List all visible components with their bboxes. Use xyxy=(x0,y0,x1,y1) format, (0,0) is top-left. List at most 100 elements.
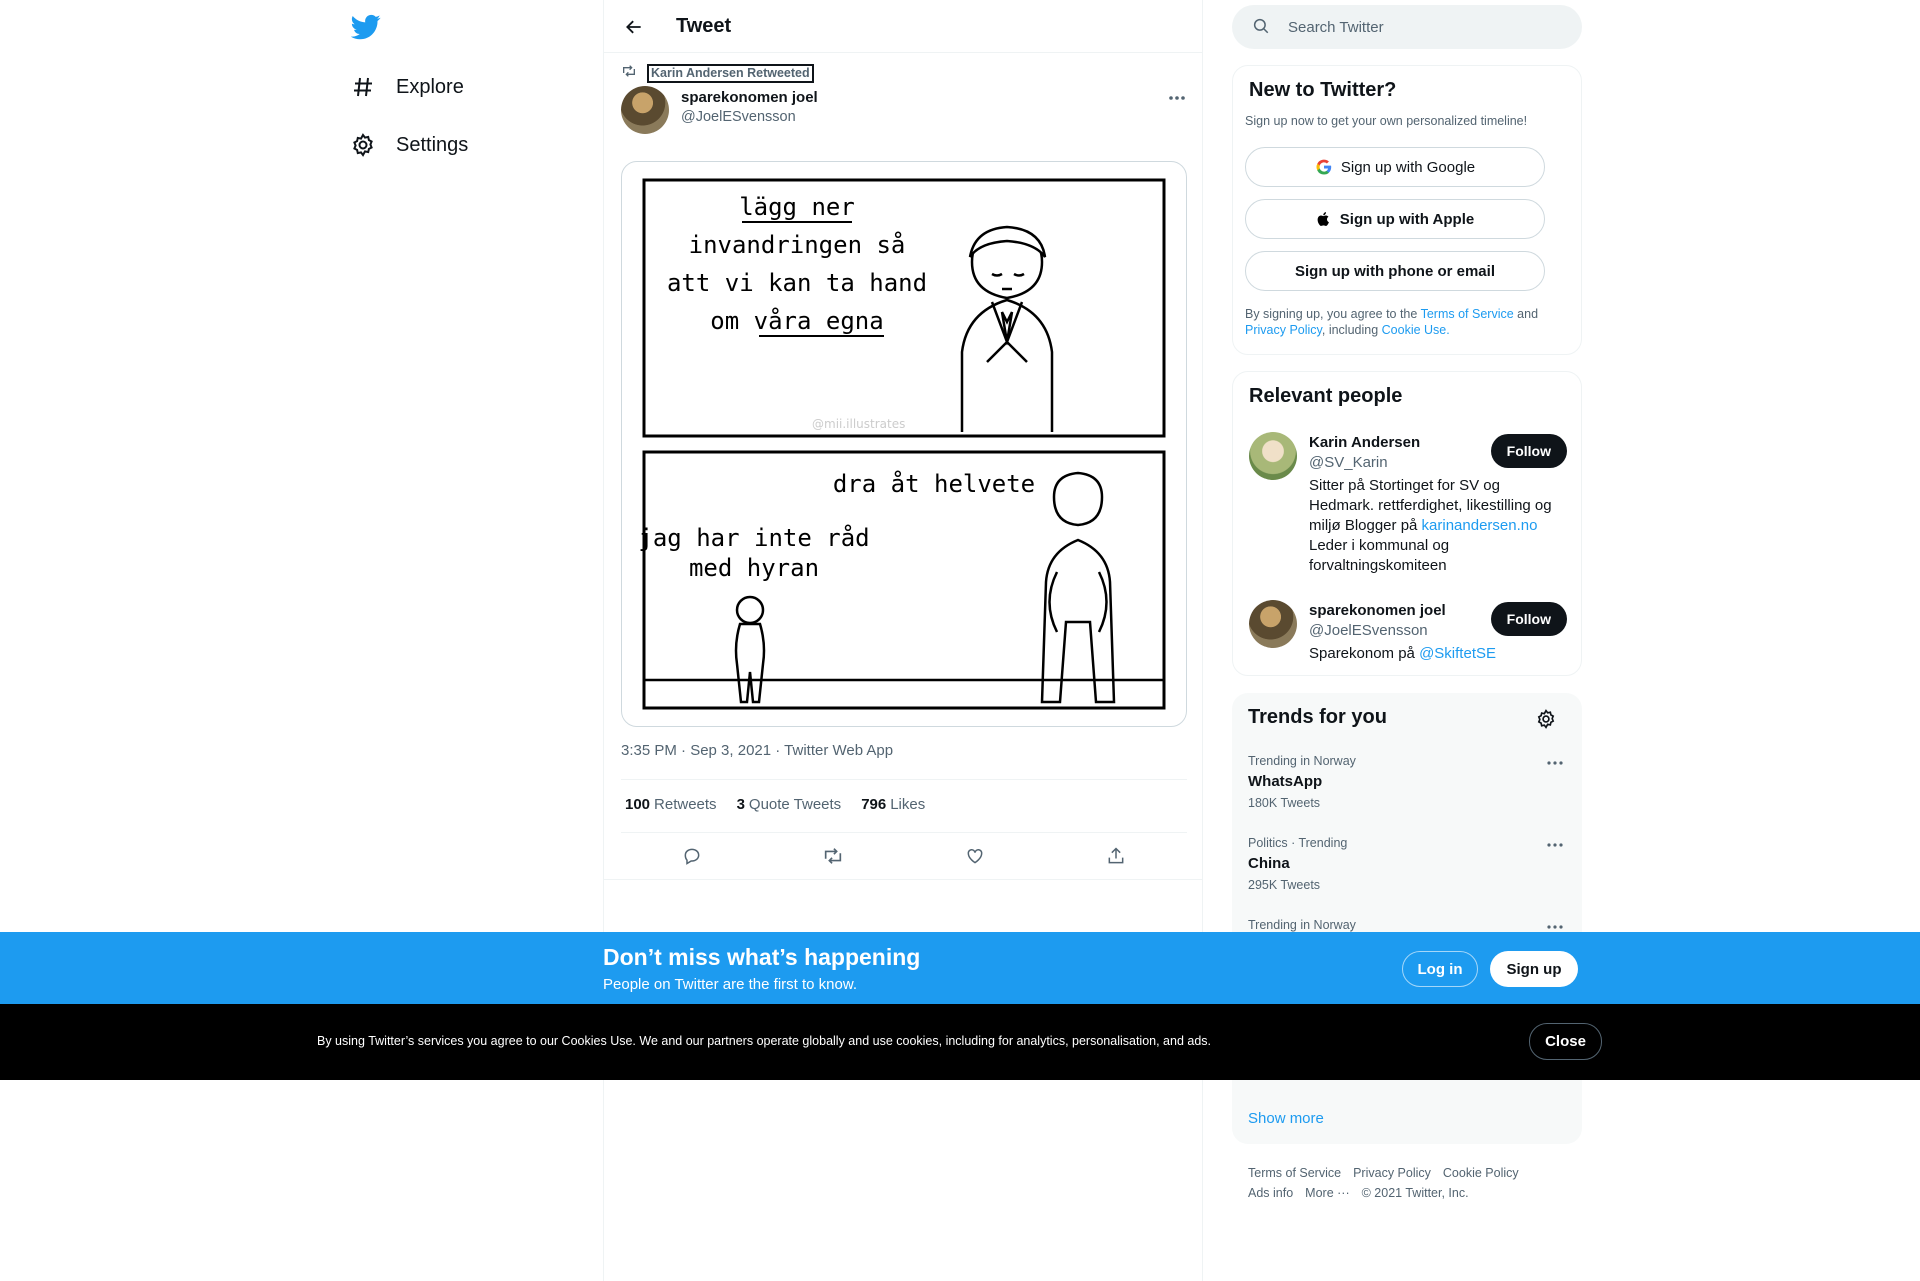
retweets-count: 100 xyxy=(625,796,651,813)
person-bio: Sitter på Stortinget for SV og Hedmark. … xyxy=(1309,476,1567,576)
privacy-policy-link[interactable]: Privacy Policy xyxy=(1245,323,1322,337)
bio-link[interactable]: karinandersen.no xyxy=(1422,517,1538,534)
trend-count: 180K Tweets xyxy=(1248,796,1321,810)
relevant-people-card: Relevant people Karin Andersen @SV_Karin… xyxy=(1232,371,1582,676)
retweets-label: Retweets xyxy=(654,796,717,813)
comic-panel1-line4: om våra egna xyxy=(710,306,883,335)
back-arrow-icon[interactable] xyxy=(620,13,648,41)
quote-tweets-count: 3 xyxy=(736,796,745,813)
footer-link[interactable]: Privacy Policy xyxy=(1353,1166,1431,1180)
trend-item[interactable]: Politics · Trending China 295K Tweets xyxy=(1248,836,1566,892)
quote-tweets-label: Quote Tweets xyxy=(748,796,842,813)
login-button[interactable]: Log in xyxy=(1402,951,1478,987)
footer-link[interactable]: Ads info xyxy=(1248,1186,1293,1200)
comic-panel2-right-text: dra åt helvete xyxy=(833,469,1035,498)
nav-item-explore[interactable]: Explore xyxy=(350,67,464,107)
tweet-timestamp[interactable]: 3:35 PM · Sep 3, 2021 · Twitter Web App xyxy=(621,742,893,759)
gear-icon xyxy=(350,132,376,158)
retweet-button-icon[interactable] xyxy=(813,838,853,874)
retweets-stat[interactable]: 100 Retweets xyxy=(625,796,717,813)
nav-label-explore: Explore xyxy=(396,75,464,98)
gear-icon[interactable] xyxy=(1536,709,1558,731)
comic-panel1-line2: invandringen så xyxy=(689,230,906,259)
legal-pre: By signing up, you agree to the xyxy=(1245,307,1421,321)
terms-of-service-link[interactable]: Terms of Service xyxy=(1421,307,1514,321)
divider xyxy=(621,779,1187,780)
search-box[interactable] xyxy=(1232,5,1582,49)
signup-google-button[interactable]: Sign up with Google xyxy=(1245,147,1545,187)
retweet-icon xyxy=(621,63,637,84)
likes-stat[interactable]: 796 Likes xyxy=(861,796,925,813)
footer-link[interactable]: More ··· xyxy=(1305,1186,1349,1200)
signup-banner: Don’t miss what’s happening People on Tw… xyxy=(0,932,1920,1004)
author-handle[interactable]: @JoelESvensson xyxy=(681,109,796,125)
signup-phone-email-button[interactable]: Sign up with phone or email xyxy=(1245,251,1545,291)
cookie-text: By using Twitter’s services you agree to… xyxy=(317,1034,1212,1048)
search-icon xyxy=(1252,17,1272,37)
quote-tweets-stat[interactable]: 3 Quote Tweets xyxy=(737,796,842,813)
copyright: © 2021 Twitter, Inc. xyxy=(1361,1186,1469,1200)
person-bio: Sparekonom på @SkiftetSE xyxy=(1309,644,1567,664)
bio-text: Leder i kommunal og forvaltningskomiteen xyxy=(1309,537,1450,574)
more-options-icon[interactable] xyxy=(1544,754,1566,772)
author-avatar[interactable] xyxy=(621,86,669,134)
new-to-twitter-title: New to Twitter? xyxy=(1249,79,1397,101)
cookie-banner: By using Twitter’s services you agree to… xyxy=(0,1004,1920,1080)
tweet-stats: 100 Retweets 3 Quote Tweets 796 Likes xyxy=(625,796,925,813)
signup-phone-label: Sign up with phone or email xyxy=(1294,262,1495,280)
share-icon[interactable] xyxy=(1096,838,1136,874)
relevant-people-title: Relevant people xyxy=(1249,385,1403,407)
person-name[interactable]: sparekonomen joel xyxy=(1309,602,1446,619)
bio-text: Sparekonom på xyxy=(1309,645,1420,662)
google-icon xyxy=(1315,158,1333,176)
more-options-icon[interactable] xyxy=(1164,88,1190,108)
show-more-link[interactable]: Show more xyxy=(1248,1110,1324,1127)
likes-label: Likes xyxy=(890,796,926,813)
follow-button[interactable]: Follow xyxy=(1490,602,1567,636)
hashtag-icon xyxy=(350,74,376,100)
trend-item[interactable]: Trending in Norway WhatsApp 180K Tweets xyxy=(1248,754,1566,810)
retweet-context: Karin Andersen Retweeted xyxy=(621,63,814,84)
comic-watermark: @mii.illustrates xyxy=(812,417,905,431)
trends-title: Trends for you xyxy=(1248,706,1387,728)
apple-icon xyxy=(1316,210,1332,228)
close-cookie-button[interactable]: Close xyxy=(1529,1023,1602,1060)
footer-link[interactable]: Terms of Service xyxy=(1248,1166,1341,1180)
signup-apple-button[interactable]: Sign up with Apple xyxy=(1245,199,1545,239)
tweet-header: Tweet xyxy=(604,0,1202,53)
person-handle[interactable]: @SV_Karin xyxy=(1309,454,1388,471)
signup-button[interactable]: Sign up xyxy=(1490,951,1578,987)
trend-item[interactable]: Trending in Norway xyxy=(1248,918,1566,932)
trend-name: China xyxy=(1248,855,1290,872)
person-name[interactable]: Karin Andersen xyxy=(1309,434,1420,451)
trend-context: Trending in Norway xyxy=(1248,754,1356,768)
signup-google-label: Sign up with Google xyxy=(1340,158,1476,176)
twitter-bird-icon[interactable] xyxy=(350,12,381,42)
tweet-column: Tweet Karin Andersen Retweeted sparekono… xyxy=(603,0,1203,1281)
reply-icon[interactable] xyxy=(672,838,712,874)
person-handle[interactable]: @JoelESvensson xyxy=(1309,622,1428,639)
person-avatar[interactable] xyxy=(1249,600,1297,648)
trend-count: 295K Tweets xyxy=(1248,878,1321,892)
banner-title: Don’t miss what’s happening xyxy=(603,944,921,970)
person-avatar[interactable] xyxy=(1249,432,1297,480)
footer-link[interactable]: Cookie Policy xyxy=(1443,1166,1519,1180)
comic-panel2-left-line2: med hyran xyxy=(689,554,819,582)
footer-links: Terms of Service Privacy Policy Cookie Pol… xyxy=(1248,1163,1568,1203)
comic-panel1-line3: att vi kan ta hand xyxy=(667,269,927,297)
cookie-use-link[interactable]: Cookie Use. xyxy=(1382,323,1450,337)
new-to-twitter-card: New to Twitter? Sign up now to get your … xyxy=(1232,65,1582,355)
tweet-image[interactable]: lägg ner invandringen så att vi kan ta h… xyxy=(621,161,1187,727)
follow-button[interactable]: Follow xyxy=(1490,434,1567,468)
new-to-twitter-subtitle: Sign up now to get your own personalized… xyxy=(1245,114,1528,128)
bio-link[interactable]: @SkiftetSE xyxy=(1419,645,1496,662)
nav-item-settings[interactable]: Settings xyxy=(350,125,468,165)
page-title: Tweet xyxy=(676,15,732,37)
comic-panel2-left-line1: jag har inte råd xyxy=(638,523,869,552)
like-heart-icon[interactable] xyxy=(955,838,995,874)
author-name[interactable]: sparekonomen joel xyxy=(681,89,818,106)
retweeted-by-link[interactable]: Karin Andersen Retweeted xyxy=(647,64,814,83)
trend-context: Trending in Norway xyxy=(1248,918,1356,932)
search-input[interactable] xyxy=(1288,18,1548,36)
more-options-icon[interactable] xyxy=(1544,836,1566,854)
